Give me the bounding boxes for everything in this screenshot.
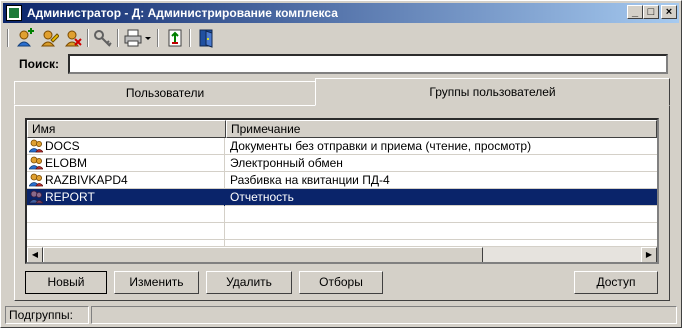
group-note-cell: Разбивка на квитанции ПД-4 bbox=[230, 173, 390, 187]
exit-door-icon[interactable] bbox=[197, 28, 217, 48]
status-label: Подгруппы: bbox=[5, 306, 89, 324]
new-button[interactable]: Новый bbox=[25, 271, 107, 294]
minimize-button[interactable]: _ bbox=[627, 5, 643, 19]
group-name-cell: ELOBM bbox=[27, 155, 225, 172]
key-icon[interactable] bbox=[93, 28, 113, 48]
edit-button[interactable]: Изменить bbox=[114, 271, 199, 294]
delete-button[interactable]: Удалить bbox=[206, 271, 292, 294]
group-note-cell: Документы без отправки и приема (чтение,… bbox=[230, 139, 532, 153]
printer-icon[interactable] bbox=[123, 28, 143, 48]
table-row[interactable]: DOCS Документы без отправки и приема (чт… bbox=[27, 138, 657, 155]
search-input[interactable] bbox=[68, 54, 668, 74]
tab-user-groups[interactable]: Группы пользователей bbox=[315, 78, 670, 106]
edit-user-icon[interactable] bbox=[39, 28, 60, 48]
scroll-left-icon[interactable]: ◀ bbox=[27, 247, 43, 262]
user-group-icon bbox=[29, 156, 43, 170]
main-window: Администратор - Д: Администрирование ком… bbox=[0, 0, 682, 328]
export-icon[interactable] bbox=[165, 28, 185, 48]
status-bar: Подгруппы: bbox=[3, 306, 679, 325]
scroll-thumb[interactable] bbox=[43, 247, 483, 262]
dropdown-arrow-icon[interactable] bbox=[143, 28, 153, 48]
empty-row bbox=[27, 206, 657, 223]
add-user-icon[interactable] bbox=[15, 28, 35, 48]
search-label: Поиск: bbox=[19, 57, 60, 71]
column-header-note[interactable]: Примечание bbox=[226, 120, 657, 138]
group-note-cell: Отчетность bbox=[230, 190, 294, 204]
group-note-cell: Электронный обмен bbox=[230, 156, 343, 170]
delete-user-icon[interactable] bbox=[63, 28, 83, 48]
close-button[interactable]: × bbox=[661, 5, 677, 19]
status-value bbox=[91, 306, 677, 324]
toolbar-separator bbox=[157, 29, 159, 47]
groups-table[interactable]: Имя Примечание DOCS Документы без отправ… bbox=[25, 118, 659, 264]
toolbar-separator bbox=[7, 29, 9, 47]
user-group-icon bbox=[29, 190, 43, 204]
title-bar[interactable]: Администратор - Д: Администрирование ком… bbox=[3, 3, 679, 23]
group-name-cell: RAZBIVKAPD4 bbox=[27, 172, 225, 189]
maximize-button[interactable]: □ bbox=[643, 5, 659, 19]
tab-users[interactable]: Пользователи bbox=[14, 81, 316, 105]
table-row[interactable]: RAZBIVKAPD4 Разбивка на квитанции ПД-4 bbox=[27, 172, 657, 189]
toolbar-separator bbox=[189, 29, 191, 47]
window-title: Администратор - Д: Администрирование ком… bbox=[27, 6, 338, 20]
user-group-icon bbox=[29, 173, 43, 187]
table-row-selected[interactable]: REPORT Отчетность bbox=[27, 189, 657, 206]
access-button[interactable]: Доступ bbox=[574, 271, 658, 294]
scroll-right-icon[interactable]: ▶ bbox=[641, 247, 657, 262]
group-name-cell: REPORT bbox=[27, 189, 225, 206]
group-name-cell: DOCS bbox=[27, 138, 225, 155]
toolbar-separator bbox=[117, 29, 119, 47]
empty-row bbox=[27, 223, 657, 240]
filters-button[interactable]: Отборы bbox=[299, 271, 383, 294]
horizontal-scrollbar[interactable]: ◀ ▶ bbox=[27, 246, 657, 262]
toolbar bbox=[5, 26, 679, 50]
app-icon bbox=[6, 5, 22, 21]
column-header-name[interactable]: Имя bbox=[27, 120, 226, 138]
toolbar-separator bbox=[87, 29, 89, 47]
user-group-icon bbox=[29, 139, 43, 153]
table-row[interactable]: ELOBM Электронный обмен bbox=[27, 155, 657, 172]
